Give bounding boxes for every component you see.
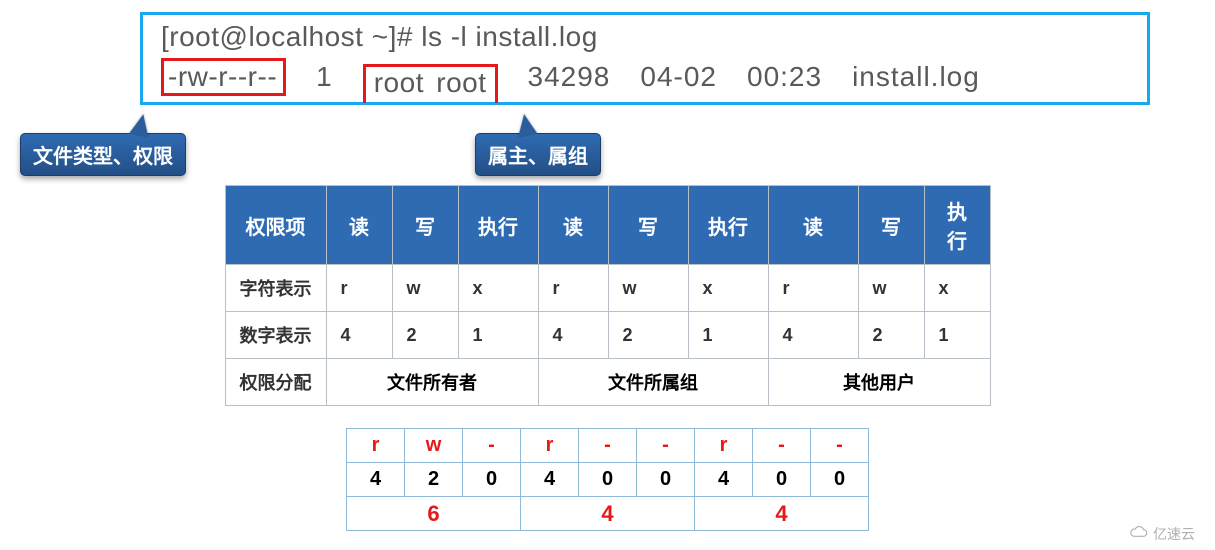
calc-sums-row: 6 4 4	[347, 497, 869, 531]
calc-cell: -	[579, 429, 637, 463]
terminal-output: [root@localhost ~]# ls -l install.log -r…	[140, 12, 1150, 105]
perm-cell: 1	[688, 312, 768, 359]
perm-cell: 4	[326, 312, 392, 359]
calc-cell: r	[521, 429, 579, 463]
perm-header: 权限项	[225, 186, 326, 265]
calc-cell: 0	[463, 463, 521, 497]
calc-nums-row: 4 2 0 4 0 0 4 0 0	[347, 463, 869, 497]
calc-cell: 4	[347, 463, 405, 497]
perm-header: 写	[392, 186, 458, 265]
perm-cell: w	[392, 265, 458, 312]
calc-symbols-row: r w - r - - r - -	[347, 429, 869, 463]
perm-cell: w	[608, 265, 688, 312]
calc-cell: 4	[521, 463, 579, 497]
calc-cell: w	[405, 429, 463, 463]
calc-cell: 2	[405, 463, 463, 497]
file-date: 04-02	[640, 61, 717, 93]
highlight-owner-group: root root	[363, 64, 498, 103]
highlight-permissions: -rw-r--r--	[161, 58, 286, 96]
perm-cell: r	[768, 265, 858, 312]
calc-cell: r	[695, 429, 753, 463]
callout-filetype-perm: 文件类型、权限	[20, 133, 186, 176]
calc-cell: -	[811, 429, 869, 463]
calc-cell: 0	[579, 463, 637, 497]
perm-cell: x	[688, 265, 768, 312]
links-count: 1	[316, 61, 333, 93]
calc-cell: 4	[695, 463, 753, 497]
row-label: 字符表示	[225, 265, 326, 312]
permission-table: 权限项 读 写 执行 读 写 执行 读 写 执行 字符表示 r w x r w …	[225, 185, 991, 406]
calc-sum: 4	[695, 497, 869, 531]
file-name: install.log	[852, 61, 980, 93]
perm-cell: 4	[538, 312, 608, 359]
file-time: 00:23	[747, 61, 822, 93]
alloc-row: 权限分配 文件所有者 文件所属组 其他用户	[225, 359, 990, 406]
group-other: 其他用户	[768, 359, 990, 406]
file-size: 34298	[528, 61, 611, 93]
calc-sum: 6	[347, 497, 521, 531]
perm-header-row: 权限项 读 写 执行 读 写 执行 读 写 执行	[225, 186, 990, 265]
calc-cell: 0	[753, 463, 811, 497]
callout-owner-group: 属主、属组	[475, 133, 601, 176]
perm-header: 执行	[924, 186, 990, 265]
perm-header: 读	[538, 186, 608, 265]
perm-cell: 2	[858, 312, 924, 359]
perm-cell: w	[858, 265, 924, 312]
perm-header: 执行	[458, 186, 538, 265]
perm-header: 执行	[688, 186, 768, 265]
calc-cell: r	[347, 429, 405, 463]
perm-cell: r	[326, 265, 392, 312]
terminal-ls-line: -rw-r--r-- 1 root root 34298 04-02 00:23…	[161, 57, 1129, 96]
group-group: 文件所属组	[538, 359, 768, 406]
calc-cell: -	[637, 429, 695, 463]
calc-cell: 0	[637, 463, 695, 497]
perm-cell: r	[538, 265, 608, 312]
perm-header: 写	[858, 186, 924, 265]
group-owner: 文件所有者	[326, 359, 538, 406]
row-label: 权限分配	[225, 359, 326, 406]
calc-cell: 0	[811, 463, 869, 497]
cloud-icon	[1127, 525, 1149, 544]
calc-sum: 4	[521, 497, 695, 531]
row-label: 数字表示	[225, 312, 326, 359]
watermark-text: 亿速云	[1153, 524, 1195, 544]
calc-table: r w - r - - r - - 4 2 0 4 0 0 4 0 0 6 4 …	[346, 428, 869, 531]
perm-cell: 1	[924, 312, 990, 359]
terminal-command: [root@localhost ~]# ls -l install.log	[161, 21, 1129, 53]
calc-cell: -	[753, 429, 811, 463]
perm-cell: 4	[768, 312, 858, 359]
perm-header: 读	[326, 186, 392, 265]
perm-cell: x	[924, 265, 990, 312]
perm-header: 写	[608, 186, 688, 265]
perm-cell: x	[458, 265, 538, 312]
perm-cell: 2	[608, 312, 688, 359]
num-row: 数字表示 4 2 1 4 2 1 4 2 1	[225, 312, 990, 359]
perm-cell: 2	[392, 312, 458, 359]
perm-header: 读	[768, 186, 858, 265]
perm-cell: 1	[458, 312, 538, 359]
calc-cell: -	[463, 429, 521, 463]
watermark: 亿速云	[1127, 524, 1195, 544]
char-row: 字符表示 r w x r w x r w x	[225, 265, 990, 312]
